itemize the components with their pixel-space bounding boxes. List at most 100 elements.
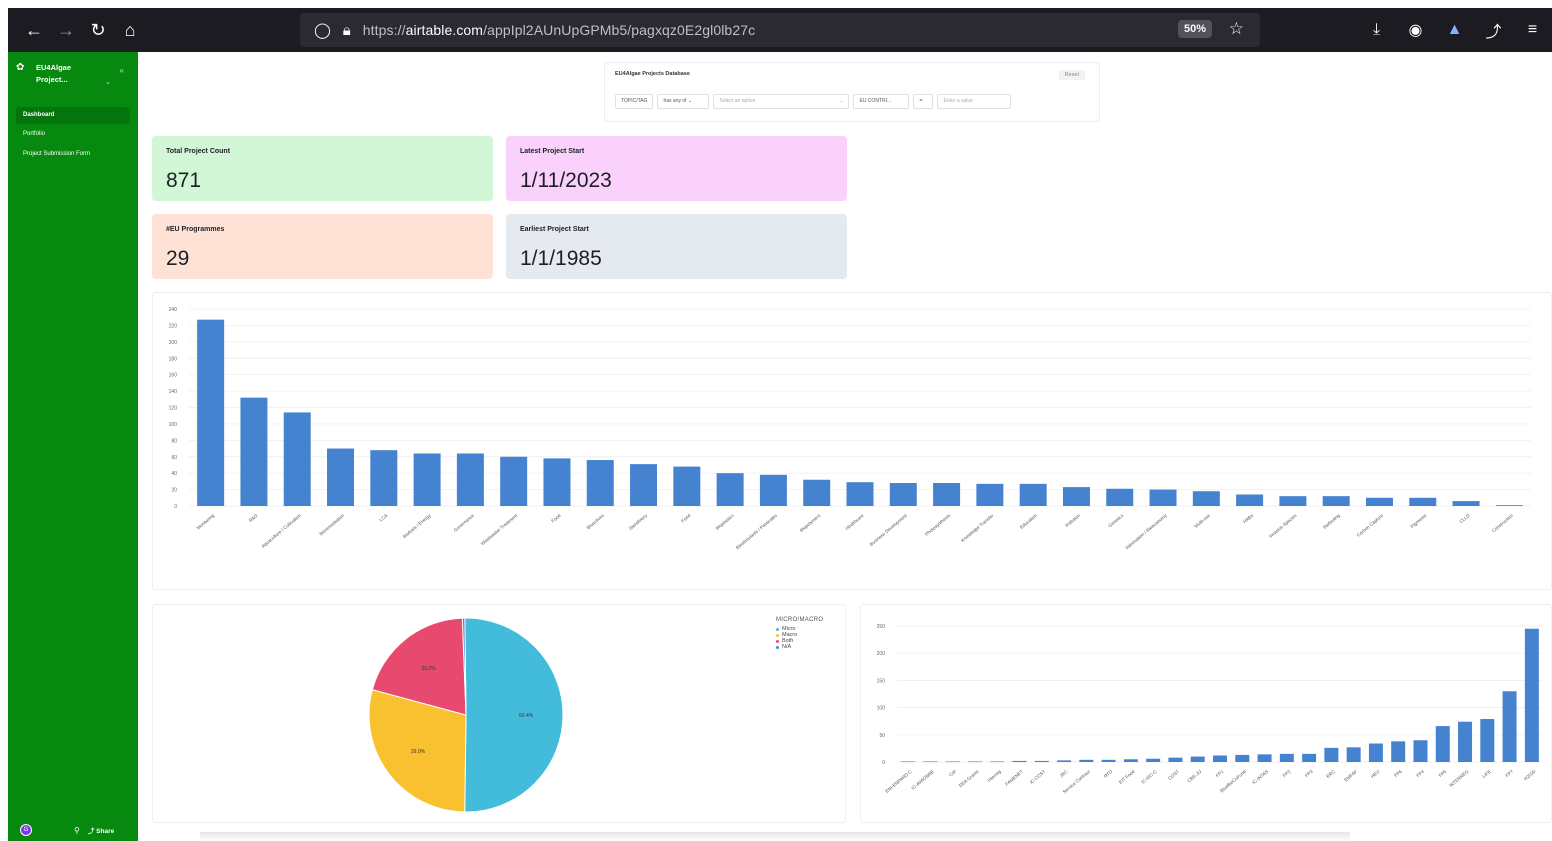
- shield-icon[interactable]: ◯: [314, 21, 331, 39]
- sidebar-item-dashboard[interactable]: Dashboard: [16, 107, 130, 124]
- base-switcher[interactable]: ✿ EU4Algae Project...: [16, 62, 71, 86]
- bar: [1524, 628, 1539, 762]
- y-tick-label: 50: [879, 733, 885, 739]
- x-tick-label: Healthcare: [844, 513, 865, 531]
- x-tick-label: Biofuels / Energy: [402, 512, 432, 539]
- bar: [1495, 505, 1523, 506]
- pie-legend: MICRO/MACRO Micro Macro Both N/A: [776, 617, 823, 650]
- latest-project-start-card: Latest Project Start 1/11/2023: [506, 136, 847, 201]
- x-tick-label: Bioplastics: [715, 512, 736, 530]
- collapse-sidebar-icon[interactable]: «: [120, 66, 124, 75]
- url-bar[interactable]: ◯ 🔒︎ https://airtable.com/appIpl2AUnUpGP…: [300, 13, 1260, 47]
- star-icon[interactable]: ☆: [1229, 19, 1244, 39]
- browser-toolbar: ← → ↻ ⌂ ◯ 🔒︎ https://airtable.com/appIpl…: [8, 8, 1552, 52]
- x-tick-label: Feed: [680, 513, 692, 524]
- bar: [1106, 488, 1134, 506]
- reset-button[interactable]: Reset: [1058, 70, 1085, 80]
- filter-field-topic[interactable]: TOPIC/TAG: [615, 94, 654, 109]
- bar: [1324, 747, 1339, 762]
- bar: [1168, 757, 1183, 762]
- avatar[interactable]: G: [20, 824, 32, 836]
- bar: [1236, 494, 1264, 506]
- legend-swatch: [776, 633, 779, 637]
- card-value: 871: [166, 169, 202, 192]
- download-icon[interactable]: ⤓: [1357, 21, 1396, 39]
- topic-bar-chart-panel: 0 20 40 60 80 100 120 140 160 180 200 220 240 Monitor…: [152, 292, 1552, 590]
- lock-icon[interactable]: 🔒︎: [343, 22, 351, 39]
- x-tick-label: Business Development: [869, 512, 909, 546]
- x-tick-label: Photosynthesis: [924, 512, 952, 536]
- y-tick-label: 200: [169, 340, 178, 346]
- bar: [1279, 753, 1294, 762]
- bar: [846, 482, 874, 506]
- x-tick-label: Pigments: [1410, 512, 1428, 529]
- bar: [456, 453, 484, 506]
- bar: [197, 319, 225, 506]
- x-tick-label: EEA Grants: [958, 768, 980, 788]
- y-tick-label: 100: [877, 706, 886, 712]
- forward-arrow-icon[interactable]: →: [50, 14, 82, 46]
- filter-title: EU4Algae Projects Database: [615, 71, 690, 77]
- y-tick-label: 0: [882, 760, 885, 766]
- y-tick-label: 120: [169, 406, 178, 412]
- x-tick-label: Pollution: [1064, 513, 1081, 528]
- y-tick-label: 200: [877, 651, 886, 657]
- legend-swatch: [776, 627, 779, 631]
- filter-value-select[interactable]: Select an option ⌄: [713, 94, 850, 109]
- sidebar-item-project-submission-form[interactable]: Project Submission Form: [16, 146, 130, 163]
- bar: [976, 483, 1004, 506]
- bar: [1057, 760, 1072, 762]
- x-tick-label: H2020: [1523, 769, 1537, 782]
- y-tick-label: 160: [169, 373, 178, 379]
- filter-operator-1[interactable]: has any of ⌄: [657, 94, 710, 109]
- x-tick-label: Construction: [1491, 513, 1514, 534]
- home-icon[interactable]: ⌂: [114, 14, 146, 46]
- reload-icon[interactable]: ↻: [82, 14, 114, 46]
- x-tick-label: FP2: [1282, 769, 1292, 779]
- filter-value-input[interactable]: Enter a value: [937, 94, 1012, 109]
- bar: [945, 761, 960, 763]
- y-tick-label: 140: [169, 389, 178, 395]
- x-tick-label: FAMENET: [1004, 769, 1024, 787]
- filter-field-eu-contribution[interactable]: EU CONTRI...: [853, 94, 910, 109]
- x-tick-label: LIFE: [1481, 769, 1492, 779]
- bar: [1192, 491, 1220, 506]
- micro-macro-pie-chart: 50.4% 29.0% 20.2%: [368, 617, 564, 813]
- account-icon[interactable]: ◉: [1396, 20, 1435, 40]
- x-tick-label: Biostimulants / Pesticides: [735, 512, 779, 550]
- bar: [923, 761, 938, 763]
- sidebar-item-portfolio[interactable]: Portfolio: [16, 126, 130, 143]
- bar: [716, 473, 744, 506]
- legend-swatch: [776, 645, 779, 649]
- zoom-level-button[interactable]: 50%: [1177, 20, 1212, 38]
- x-tick-label: Wastewater Treatment: [480, 512, 519, 546]
- y-tick-label: 0: [174, 504, 177, 510]
- bar: [630, 464, 658, 506]
- x-tick-label: Interreg: [987, 769, 1003, 783]
- x-tick-label: Invasive Species: [1268, 512, 1298, 538]
- programme-bar-chart-panel: 0 50 100 150 200 250 ENI-ENPARD-C IC-AWIONNE CIP…: [860, 604, 1552, 823]
- menu-icon[interactable]: ≡: [1513, 21, 1552, 39]
- y-tick-label: 150: [877, 678, 886, 684]
- legend-item: N/A: [776, 644, 823, 650]
- help-icon[interactable]: ⚲: [74, 826, 80, 835]
- filter-operator-2[interactable]: =: [913, 94, 934, 109]
- bar: [370, 450, 398, 506]
- bar: [1409, 497, 1437, 506]
- share-icon[interactable]: ⤴: [1474, 18, 1513, 42]
- x-tick-label: ENI-ENPARD-C: [884, 769, 913, 794]
- x-tick-label: FP7: [1505, 769, 1515, 779]
- bar: [1257, 754, 1272, 762]
- bar: [1062, 487, 1090, 506]
- bar: [1123, 759, 1138, 762]
- eu-programmes-card: #EU Programmes 29: [152, 214, 493, 279]
- bar: [1365, 497, 1393, 506]
- url-text: https://airtable.com/appIpl2AUnUpGPMb5/p…: [362, 22, 756, 38]
- page-bottom-edge: [200, 832, 1350, 841]
- extension-icon[interactable]: ▲: [1435, 21, 1474, 39]
- back-arrow-icon[interactable]: ←: [18, 14, 50, 46]
- x-tick-label: Valorisation / Bioeconomy: [1124, 512, 1168, 550]
- chevron-down-icon[interactable]: ⌄: [105, 78, 111, 86]
- bar: [1391, 741, 1406, 762]
- share-button[interactable]: ⤴ Share: [88, 825, 114, 835]
